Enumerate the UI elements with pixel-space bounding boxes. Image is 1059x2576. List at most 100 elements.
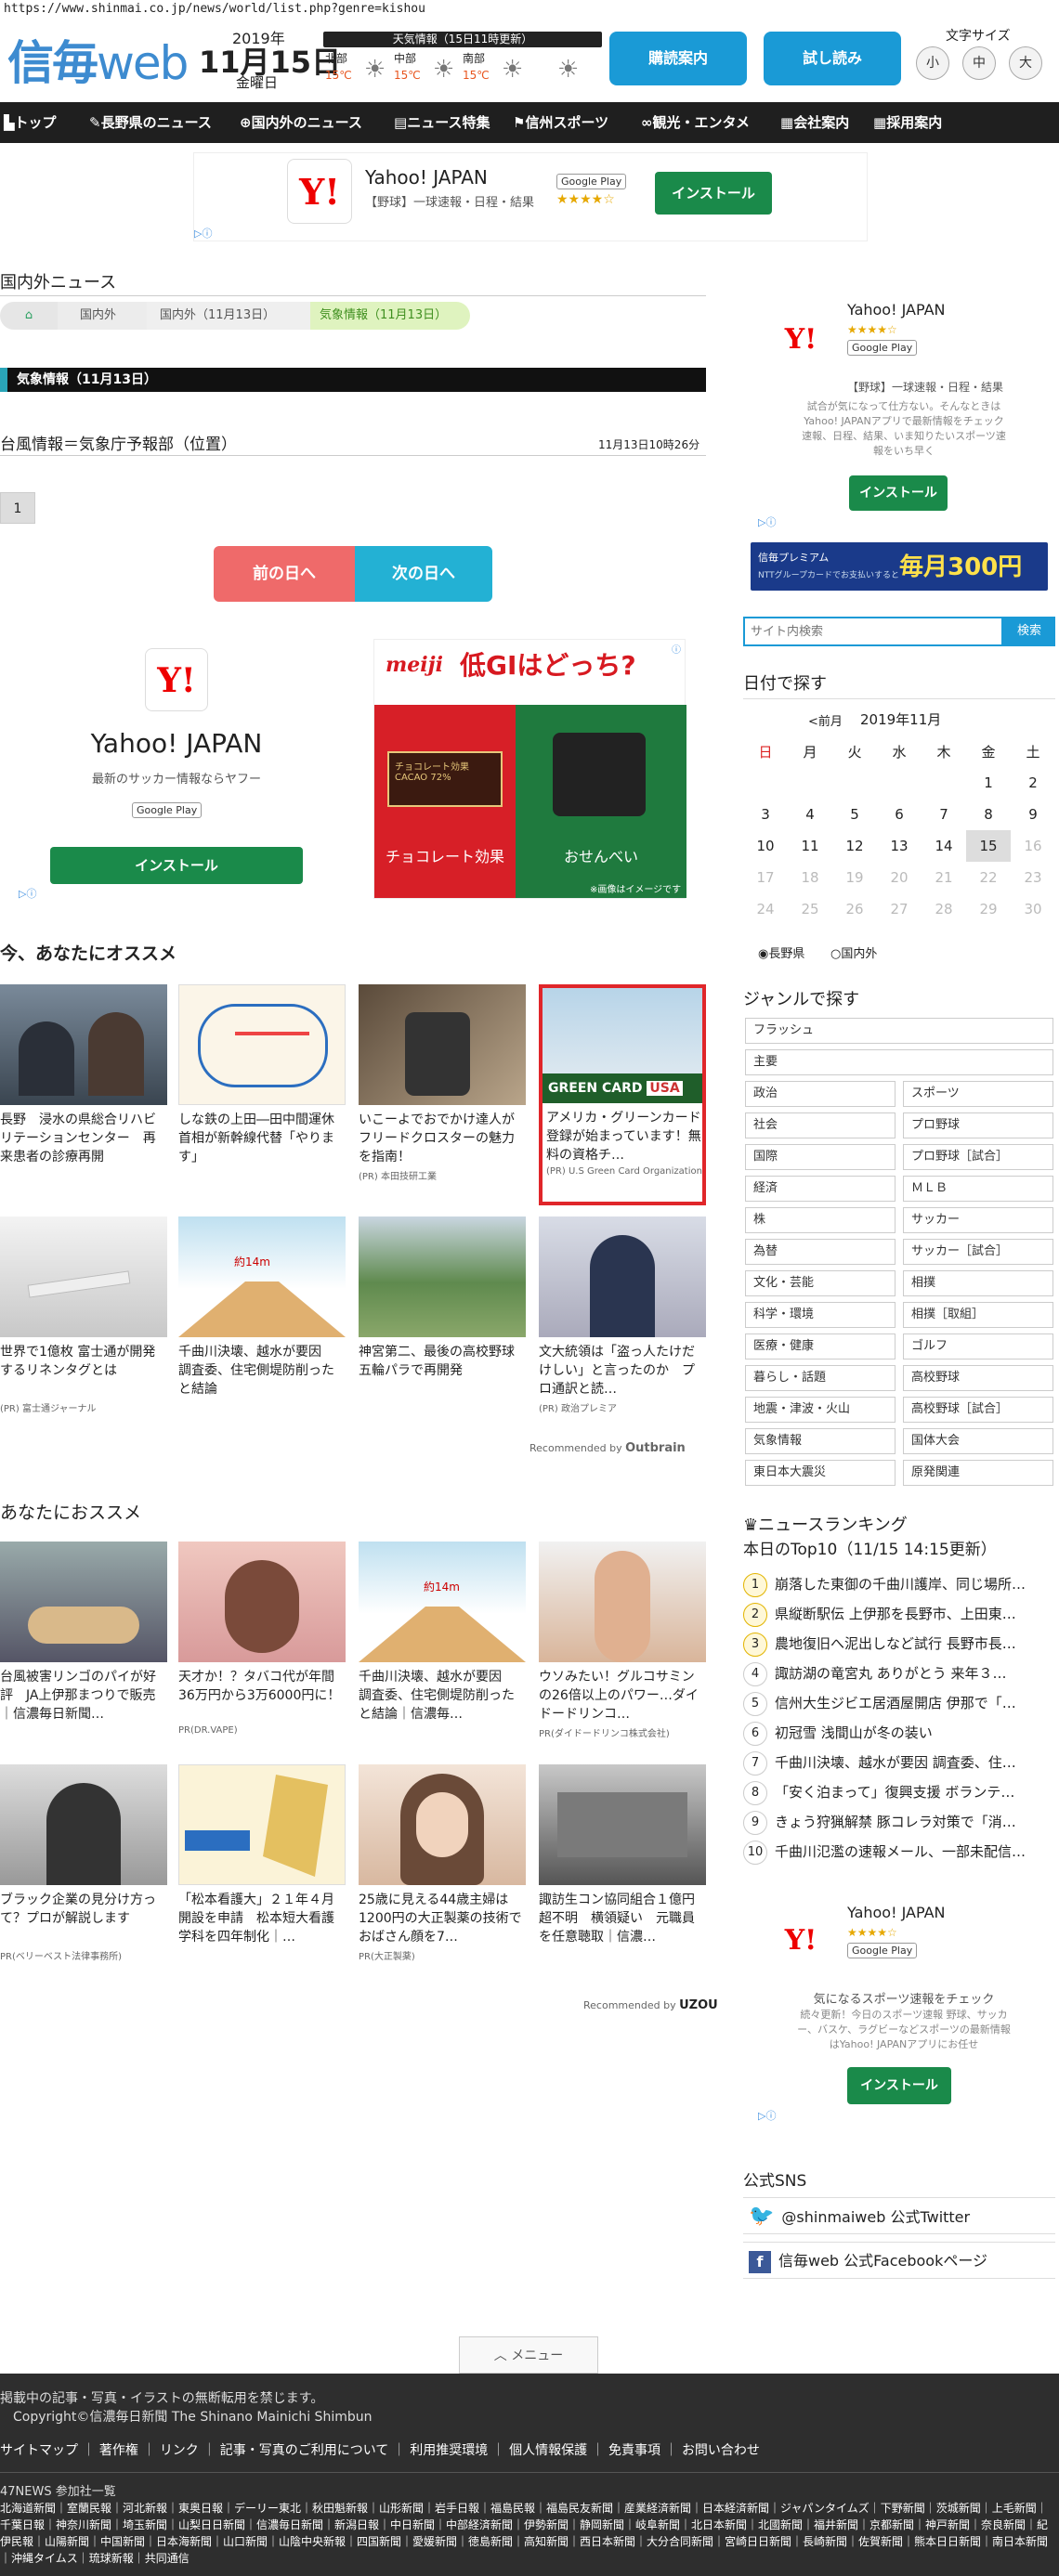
footer-link[interactable]: サイトマップ	[0, 2443, 78, 2458]
genre-link[interactable]: 医療・健康	[745, 1334, 896, 1360]
ranking-item[interactable]: 1 崩落した東御の千曲川護岸、同じ場所…	[743, 1569, 1050, 1599]
calendar-day[interactable]: 5	[832, 799, 877, 830]
calendar-day[interactable]: 1	[966, 767, 1011, 799]
nav-world[interactable]: ⊕国内外のニュース	[240, 102, 362, 143]
adchoices-icon[interactable]: ▷ⓘ	[19, 886, 36, 901]
genre-link[interactable]: 国体大会	[903, 1428, 1053, 1454]
footer-link[interactable]: お問い合わせ	[682, 2443, 760, 2458]
outbrain-credit[interactable]: Recommended by Outbrain	[530, 1441, 686, 1455]
footer-link[interactable]: 免責事項	[608, 2443, 660, 2458]
recommend-card[interactable]: 25歳に見える44歳主婦は1200円の大正製薬の技術でおばさん顔を7… PR(大…	[359, 1764, 526, 1962]
side-ad-yahoo-2[interactable]: Y! Yahoo! JAPAN ★★★★☆ Google Play 気になるスポ…	[751, 1898, 1057, 2130]
recommend-card[interactable]: 台風被害リンゴのパイが好評 JA上伊那まつりで販売｜信濃毎日新聞…	[0, 1542, 167, 1724]
search-button[interactable]: 検索	[1003, 617, 1055, 646]
recommend-card[interactable]: 文大統領は「盗っ人たけだけしい」と言ったのか プロ通訳と読… (PR) 政治プレ…	[539, 1216, 706, 1414]
subscribe-button[interactable]: 購読案内	[609, 32, 747, 85]
genre-link[interactable]: プロ野球［試合］	[903, 1144, 1053, 1170]
ranking-item[interactable]: 10 千曲川氾濫の速報メール、一部未配信…	[743, 1837, 1050, 1867]
ad-install-button[interactable]: インストール	[50, 847, 303, 884]
genre-link[interactable]: 為替	[745, 1239, 896, 1265]
recommend-card[interactable]: 長野 浸水の県総合リハビリテーションセンター 再来患者の診療再開	[0, 984, 167, 1166]
genre-link[interactable]: 国際	[745, 1144, 896, 1170]
genre-link[interactable]: 暮らし・話題	[745, 1365, 896, 1391]
ranking-item[interactable]: 4 諏訪湖の竜宮丸 ありがとう 来年３…	[743, 1659, 1050, 1688]
side-ad-yahoo[interactable]: Y! Yahoo! JAPAN ★★★★☆ Google Play 【野球】一球…	[751, 297, 1057, 529]
twitter-link[interactable]: 🐦 @shinmaiweb 公式Twitter	[743, 2197, 1055, 2234]
recommend-card[interactable]: 約14m 千曲川決壊、越水が要因 調査委、住宅側堤防削ったと結論	[178, 1216, 346, 1399]
genre-link[interactable]: 文化・芸能	[745, 1270, 896, 1296]
genre-link[interactable]: サッカー［試合］	[903, 1239, 1053, 1265]
genre-link[interactable]: 科学・環境	[745, 1302, 896, 1328]
recommend-card[interactable]: ウソみたい！グルコサミンの26倍以上のパワー…ダイドードリンコ… PR(ダイドー…	[539, 1542, 706, 1739]
adchoices-icon[interactable]: ▷ⓘ	[758, 514, 776, 529]
genre-link[interactable]: 経済	[745, 1176, 896, 1202]
calendar-day[interactable]: 3	[743, 799, 788, 830]
adchoices-icon[interactable]: ⓘ	[672, 642, 681, 656]
calendar-day[interactable]: 8	[966, 799, 1011, 830]
nav-sports[interactable]: ⚑信州スポーツ	[513, 102, 608, 143]
nav-feature[interactable]: ▤ニュース特集	[394, 102, 490, 143]
ad-install-button[interactable]: インストール	[849, 475, 948, 511]
genre-link[interactable]: 主要	[745, 1049, 1053, 1075]
genre-link[interactable]: ゴルフ	[903, 1334, 1053, 1360]
genre-link[interactable]: スポーツ	[903, 1081, 1053, 1107]
genre-link[interactable]: 原発関連	[903, 1460, 1053, 1486]
font-size-medium[interactable]: 中	[962, 46, 996, 80]
breadcrumb-item[interactable]: 国内外	[58, 302, 147, 330]
genre-link[interactable]: プロ野球	[903, 1112, 1053, 1138]
uzou-credit[interactable]: Recommended by UZOU	[583, 1998, 718, 2012]
recommend-card[interactable]: 世界で1億枚 富士通が開発するリネンタグとは (PR) 富士通ジャーナル	[0, 1216, 167, 1414]
genre-link[interactable]: 東日本大震災	[745, 1460, 896, 1486]
genre-link[interactable]: 地震・津波・火山	[745, 1397, 896, 1423]
recommend-card[interactable]: 約14m 千曲川決壊、越水が要因 調査委、住宅側堤防削ったと結論｜信濃毎…	[359, 1542, 526, 1724]
genre-link[interactable]: 社会	[745, 1112, 896, 1138]
page-number[interactable]: 1	[0, 492, 35, 524]
calendar-day[interactable]: 13	[877, 830, 922, 862]
nav-recruit[interactable]: ▦採用案内	[873, 102, 942, 143]
ad-install-button[interactable]: インストール	[847, 2067, 951, 2104]
prev-day-button[interactable]: 前の日へ	[214, 546, 355, 602]
nav-top[interactable]: ▙トップ	[4, 102, 57, 143]
article-title[interactable]: 台風情報＝気象庁予報部（位置）	[0, 431, 237, 454]
footer-link[interactable]: 記事・写真のご利用について	[220, 2443, 389, 2458]
ranking-item[interactable]: 3 農地復旧へ泥出しなど試行 長野市長…	[743, 1629, 1050, 1659]
footer-link[interactable]: リンク	[160, 2443, 199, 2458]
font-size-large[interactable]: 大	[1009, 46, 1042, 80]
adchoices-icon[interactable]: ▷ⓘ	[758, 2108, 776, 2123]
calendar-prev[interactable]: <前月	[808, 711, 843, 729]
radio-world[interactable]: ○国内外	[830, 943, 877, 961]
calendar-today[interactable]: 15	[966, 830, 1011, 862]
radio-nagano[interactable]: ◉長野県	[758, 943, 804, 961]
recommend-card[interactable]: GREEN CARD USA アメリカ・グリーンカード登録が始まっています！無料…	[539, 984, 706, 1205]
calendar-day[interactable]: 7	[922, 799, 966, 830]
genre-link[interactable]: サッカー	[903, 1207, 1053, 1233]
facebook-link[interactable]: f 信毎web 公式Facebookページ	[743, 2242, 1055, 2279]
genre-link[interactable]: 株	[745, 1207, 896, 1233]
ranking-item[interactable]: 9 きょう狩猟解禁 豚コレラ対策で「消…	[743, 1807, 1050, 1837]
breadcrumb-item[interactable]: 国内外（11月13日）	[147, 302, 310, 330]
recommend-card[interactable]: 「松本看護大」２１年４月開設を申請 松本短大看護学科を四年制化｜…	[178, 1764, 346, 1946]
nav-entertainment[interactable]: ∞観光・エンタメ	[641, 102, 750, 143]
genre-link[interactable]: ＭＬＢ	[903, 1176, 1053, 1202]
calendar-day[interactable]: 4	[788, 799, 832, 830]
genre-link[interactable]: 相撲	[903, 1270, 1053, 1296]
footer-link[interactable]: 利用推奨環境	[410, 2443, 488, 2458]
calendar-day[interactable]: 2	[1011, 767, 1055, 799]
menu-button[interactable]: ︿ メニュー	[459, 2336, 598, 2374]
nav-company[interactable]: ▦会社案内	[780, 102, 849, 143]
mid-ad-yahoo[interactable]: Y! Yahoo! JAPAN 最新のサッカー情報ならヤフー Google Pl…	[0, 639, 353, 904]
genre-link[interactable]: 相撲［取組］	[903, 1302, 1053, 1328]
calendar-day[interactable]: 12	[832, 830, 877, 862]
ad-install-button[interactable]: インストール	[655, 172, 772, 215]
recommend-card[interactable]: しな鉄の上田―田中間運休 首相が新幹線代替「やります」	[178, 984, 346, 1166]
genre-link[interactable]: 高校野球［試合］	[903, 1397, 1053, 1423]
calendar-day[interactable]: 9	[1011, 799, 1055, 830]
calendar-day[interactable]: 10	[743, 830, 788, 862]
recommend-card[interactable]: 天才か！？タバコ代が年間36万円から3万6000円に！ PR(DR.VAPE)	[178, 1542, 346, 1736]
ranking-item[interactable]: 5 信州大生ジビエ居酒屋開店 伊那で「…	[743, 1688, 1050, 1718]
ranking-item[interactable]: 2 県縦断駅伝 上伊那を長野市、上田東…	[743, 1599, 1050, 1629]
adchoices-icon[interactable]: ▷ⓘ	[194, 226, 212, 241]
url-bar[interactable]: https://www.shinmai.co.jp/news/world/lis…	[4, 2, 425, 16]
footer-papers[interactable]: 北海道新聞｜室蘭民報｜河北新報｜東奥日報｜デーリー東北｜秋田魁新報｜山形新聞｜岩…	[0, 2500, 1055, 2567]
recommend-card[interactable]: 神宮第二、最後の高校野球 五輪パラで再開発	[359, 1216, 526, 1399]
